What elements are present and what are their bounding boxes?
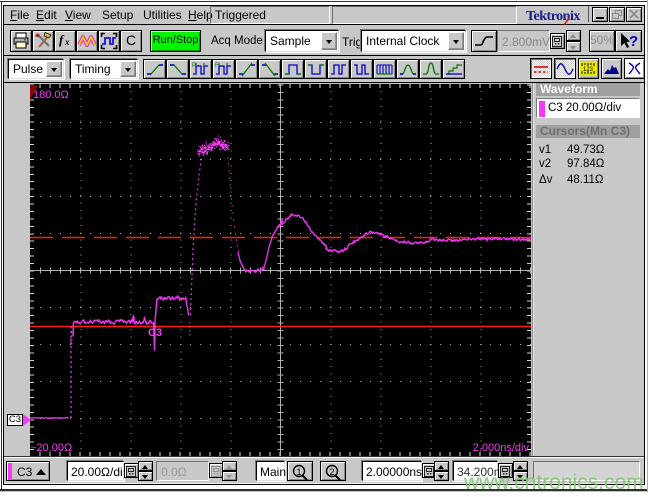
svg-text:C3: C3	[148, 327, 162, 339]
svg-text:180.0Ω: 180.0Ω	[33, 89, 69, 101]
svg-text:F: F	[215, 63, 219, 69]
svg-text:~20.00Ω: ~20.00Ω	[30, 442, 72, 454]
svg-text:123: 123	[583, 67, 594, 73]
svg-text:2.000ns/div: 2.000ns/div	[473, 442, 530, 454]
svg-text:P: P	[192, 63, 196, 69]
svg-text:2: 2	[330, 467, 335, 477]
svg-text:1: 1	[297, 467, 302, 477]
svg-text:?: ?	[629, 33, 638, 50]
